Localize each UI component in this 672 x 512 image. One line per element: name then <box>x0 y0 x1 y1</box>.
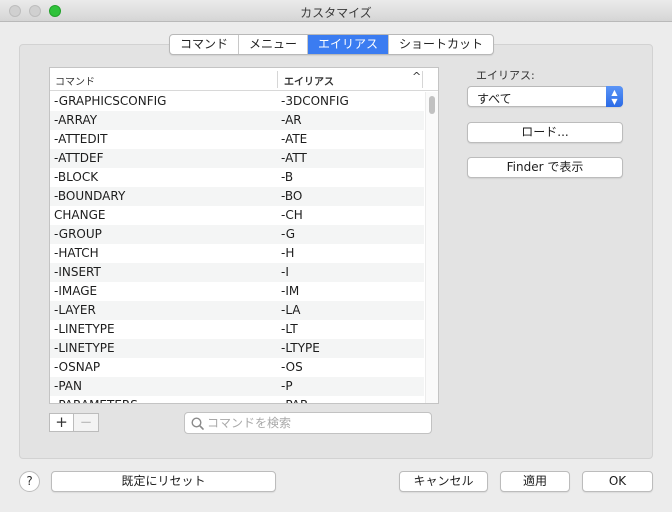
command-cell: -HATCH <box>54 246 99 260</box>
alias-cell: -LT <box>281 322 298 336</box>
alias-cell: -CH <box>281 208 303 222</box>
command-cell: -ARRAY <box>54 113 98 127</box>
table-header: コマンド エイリアス ^ <box>50 68 438 91</box>
alias-cell: -G <box>281 227 296 241</box>
command-cell: -GRAPHICSCONFIG <box>54 94 167 108</box>
table-row[interactable]: -BLOCK -B <box>50 168 424 187</box>
table-row[interactable]: -PARAMETERS -PAR <box>50 396 424 403</box>
command-cell: -ATTEDIT <box>54 132 108 146</box>
table-row[interactable]: -BOUNDARY -BO <box>50 187 424 206</box>
command-cell: -LAYER <box>54 303 96 317</box>
sort-ascending-icon: ^ <box>412 70 422 83</box>
command-cell: -PARAMETERS <box>54 398 138 403</box>
search-input[interactable] <box>207 414 427 432</box>
table-row[interactable]: -ARRAY -AR <box>50 111 424 130</box>
alias-cell: -OS <box>281 360 303 374</box>
command-cell: -ATTDEF <box>54 151 104 165</box>
alias-cell: -I <box>281 265 289 279</box>
command-cell: -BLOCK <box>54 170 99 184</box>
command-cell: -GROUP <box>54 227 102 241</box>
alias-cell: -LTYPE <box>281 341 320 355</box>
alias-filter-label: エイリアス: <box>476 69 535 82</box>
table-row[interactable]: CHANGE -CH <box>50 206 424 225</box>
alias-cell: -ATE <box>281 132 308 146</box>
command-cell: -BOUNDARY <box>54 189 126 203</box>
column-header-alias[interactable]: エイリアス <box>284 73 334 88</box>
scrollbar-thumb[interactable] <box>429 96 435 114</box>
command-cell: -OSNAP <box>54 360 101 374</box>
table-row[interactable]: -IMAGE -IM <box>50 282 424 301</box>
alias-cell: -H <box>281 246 295 260</box>
command-cell: -PAN <box>54 379 82 393</box>
chevron-up-down-icon: ▲ ▼ <box>606 86 623 107</box>
command-cell: -INSERT <box>54 265 101 279</box>
tab-shortcuts[interactable]: ショートカット <box>389 35 493 54</box>
table-row[interactable]: -LINETYPE -LT <box>50 320 424 339</box>
table-row[interactable]: -OSNAP -OS <box>50 358 424 377</box>
alias-cell: -P <box>281 379 293 393</box>
apply-button[interactable]: 適用 <box>500 471 570 492</box>
alias-cell: -PAR <box>281 398 308 403</box>
help-button[interactable]: ? <box>19 471 40 492</box>
tab-aliases[interactable]: エイリアス <box>308 35 390 54</box>
table-row[interactable]: -GRAPHICSCONFIG -3DCONFIG <box>50 92 424 111</box>
search-icon <box>191 417 204 430</box>
alias-cell: -LA <box>281 303 301 317</box>
table-row[interactable]: -PAN -P <box>50 377 424 396</box>
table-row[interactable]: -LAYER -LA <box>50 301 424 320</box>
table-row[interactable]: -GROUP -G <box>50 225 424 244</box>
column-header-command[interactable]: コマンド <box>55 73 95 88</box>
window-title: カスタマイズ <box>300 6 372 20</box>
column-divider <box>277 71 278 88</box>
alias-table[interactable]: コマンド エイリアス ^ -GRAPHICSCONFIG -3DCONFIG -AR… <box>49 67 439 404</box>
alias-cell: -3DCONFIG <box>281 94 349 108</box>
tab-menus[interactable]: メニュー <box>239 35 309 54</box>
alias-filter-popup[interactable]: すべて ▲ ▼ <box>467 86 623 107</box>
add-alias-button[interactable]: + <box>49 413 74 432</box>
alias-cell: -IM <box>281 284 300 298</box>
reset-to-defaults-button[interactable]: 既定にリセット <box>51 471 276 492</box>
vertical-scrollbar[interactable] <box>425 92 438 403</box>
alias-cell: -B <box>281 170 294 184</box>
table-row[interactable]: -ATTEDIT -ATE <box>50 130 424 149</box>
tab-commands[interactable]: コマンド <box>170 35 240 54</box>
load-button[interactable]: ロード... <box>467 122 623 143</box>
table-row[interactable]: -LINETYPE -LTYPE <box>50 339 424 358</box>
alias-cell: -AR <box>281 113 302 127</box>
table-body: -GRAPHICSCONFIG -3DCONFIG -ARRAY -AR -ATTEDI… <box>50 92 424 403</box>
remove-alias-button[interactable]: − <box>74 413 99 432</box>
cancel-button[interactable]: キャンセル <box>399 471 488 492</box>
command-search-field[interactable] <box>184 412 432 434</box>
command-cell: -LINETYPE <box>54 341 115 355</box>
command-cell: -LINETYPE <box>54 322 115 336</box>
command-cell: CHANGE <box>54 208 106 222</box>
table-row[interactable]: -HATCH -H <box>50 244 424 263</box>
table-row[interactable]: -INSERT -I <box>50 263 424 282</box>
alias-filter-value: すべて <box>477 92 512 106</box>
ok-button[interactable]: OK <box>582 471 653 492</box>
table-row[interactable]: -ATTDEF -ATT <box>50 149 424 168</box>
alias-cell: -BO <box>281 189 303 203</box>
column-divider <box>422 71 423 88</box>
show-in-finder-button[interactable]: Finder で表示 <box>467 157 623 178</box>
command-cell: -IMAGE <box>54 284 98 298</box>
title-bar: カスタマイズ <box>0 0 672 22</box>
tab-bar: コマンド メニュー エイリアス ショートカット <box>169 34 495 55</box>
alias-cell: -ATT <box>281 151 307 165</box>
